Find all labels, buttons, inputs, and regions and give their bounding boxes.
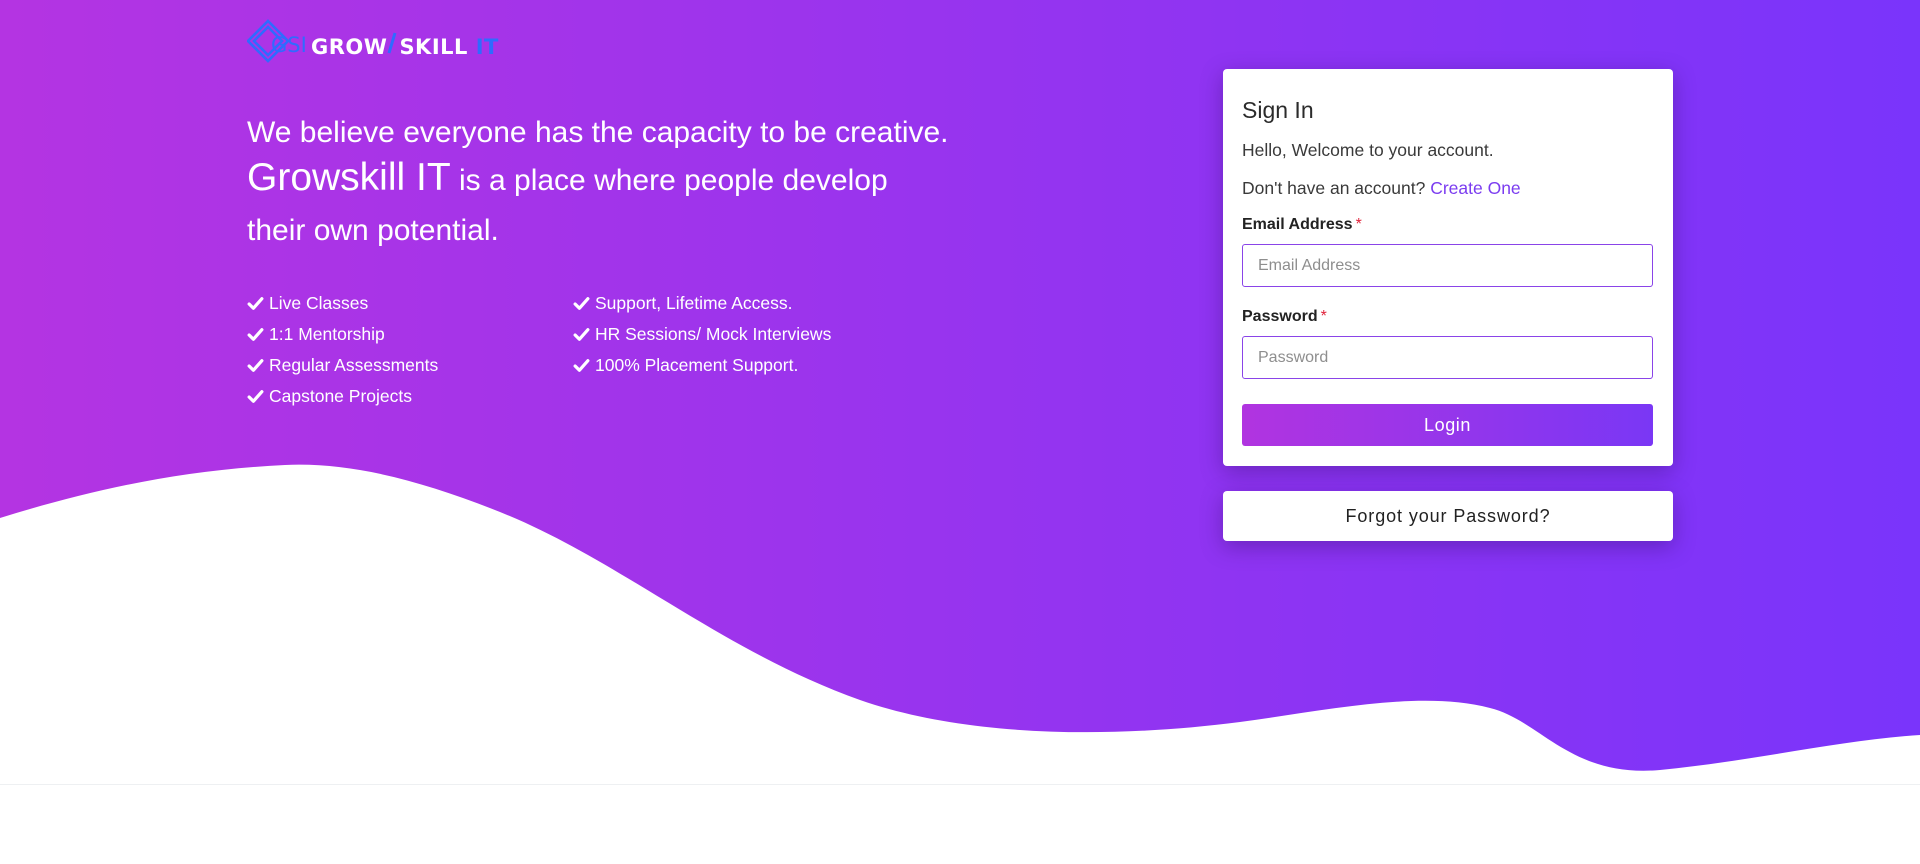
logo-tick-icon <box>388 32 397 54</box>
check-icon <box>573 328 590 341</box>
check-icon <box>247 359 264 372</box>
no-account-prompt: Don't have an account? Create One <box>1242 178 1521 199</box>
brand-logo[interactable]: GSI GROW SKILL IT <box>246 18 499 70</box>
check-icon <box>573 359 590 372</box>
check-icon <box>247 297 264 310</box>
brand-name-skill: SKILL <box>399 35 468 59</box>
signin-card: Sign In Hello, Welcome to your account. … <box>1223 69 1673 466</box>
hero-line-2: Growskill IT is a place where people dev… <box>247 154 1007 210</box>
password-label: Password * <box>1242 308 1327 326</box>
feature-label: 100% Placement Support. <box>595 355 799 375</box>
forgot-password-button[interactable]: Forgot your Password? <box>1223 491 1673 541</box>
feature-label: 1:1 Mentorship <box>269 324 385 344</box>
brand-name-grow: GROW <box>311 35 388 59</box>
feature-column-left: Live Classes 1:1 Mentorship Regular Asse… <box>247 288 573 412</box>
email-label-text: Email Address <box>1242 216 1353 233</box>
no-account-text: Don't have an account? <box>1242 178 1431 198</box>
feature-item: 100% Placement Support. <box>573 350 893 381</box>
gsi-diamond-logo-icon: GSI <box>246 18 307 70</box>
check-icon <box>247 390 264 403</box>
check-icon <box>247 328 264 341</box>
hero-brand: Growskill IT <box>247 156 451 199</box>
check-icon <box>573 297 590 310</box>
logo-mark-text: GSI <box>271 33 307 57</box>
hero-tagline: We believe everyone has the capacity to … <box>247 112 1007 252</box>
forgot-password-card: Forgot your Password? <box>1223 491 1673 541</box>
feature-list: Live Classes 1:1 Mentorship Regular Asse… <box>247 288 887 412</box>
feature-item: Capstone Projects <box>247 381 573 412</box>
brand-name: GROW SKILL IT <box>311 31 499 59</box>
password-field[interactable] <box>1242 336 1653 379</box>
hero-line-3: their own potential. <box>247 214 499 247</box>
brand-name-it: IT <box>475 35 499 59</box>
feature-item: Regular Assessments <box>247 350 573 381</box>
feature-label: Capstone Projects <box>269 386 412 406</box>
feature-item: 1:1 Mentorship <box>247 319 573 350</box>
feature-column-right: Support, Lifetime Access. HR Sessions/ M… <box>573 288 893 412</box>
feature-label: Support, Lifetime Access. <box>595 293 793 313</box>
feature-label: HR Sessions/ Mock Interviews <box>595 324 832 344</box>
feature-item: Support, Lifetime Access. <box>573 288 893 319</box>
login-page: GSI GROW SKILL IT We believe everyone has… <box>0 0 1920 864</box>
signin-title: Sign In <box>1242 97 1314 123</box>
email-field[interactable] <box>1242 244 1653 287</box>
create-account-link[interactable]: Create One <box>1430 178 1520 198</box>
hero-line-1: We believe everyone has the capacity to … <box>247 116 949 149</box>
feature-item: HR Sessions/ Mock Interviews <box>573 319 893 350</box>
email-label: Email Address * <box>1242 216 1362 234</box>
hero-line-2-rest: is a place where people develop <box>450 164 888 197</box>
feature-item: Live Classes <box>247 288 573 319</box>
feature-label: Live Classes <box>269 293 369 313</box>
signin-greeting: Hello, Welcome to your account. <box>1242 140 1494 160</box>
feature-label: Regular Assessments <box>269 355 439 375</box>
footer-divider <box>0 784 1920 785</box>
required-marker: * <box>1320 308 1327 325</box>
required-marker: * <box>1355 216 1362 233</box>
password-label-text: Password <box>1242 308 1318 325</box>
login-button[interactable]: Login <box>1242 404 1653 446</box>
